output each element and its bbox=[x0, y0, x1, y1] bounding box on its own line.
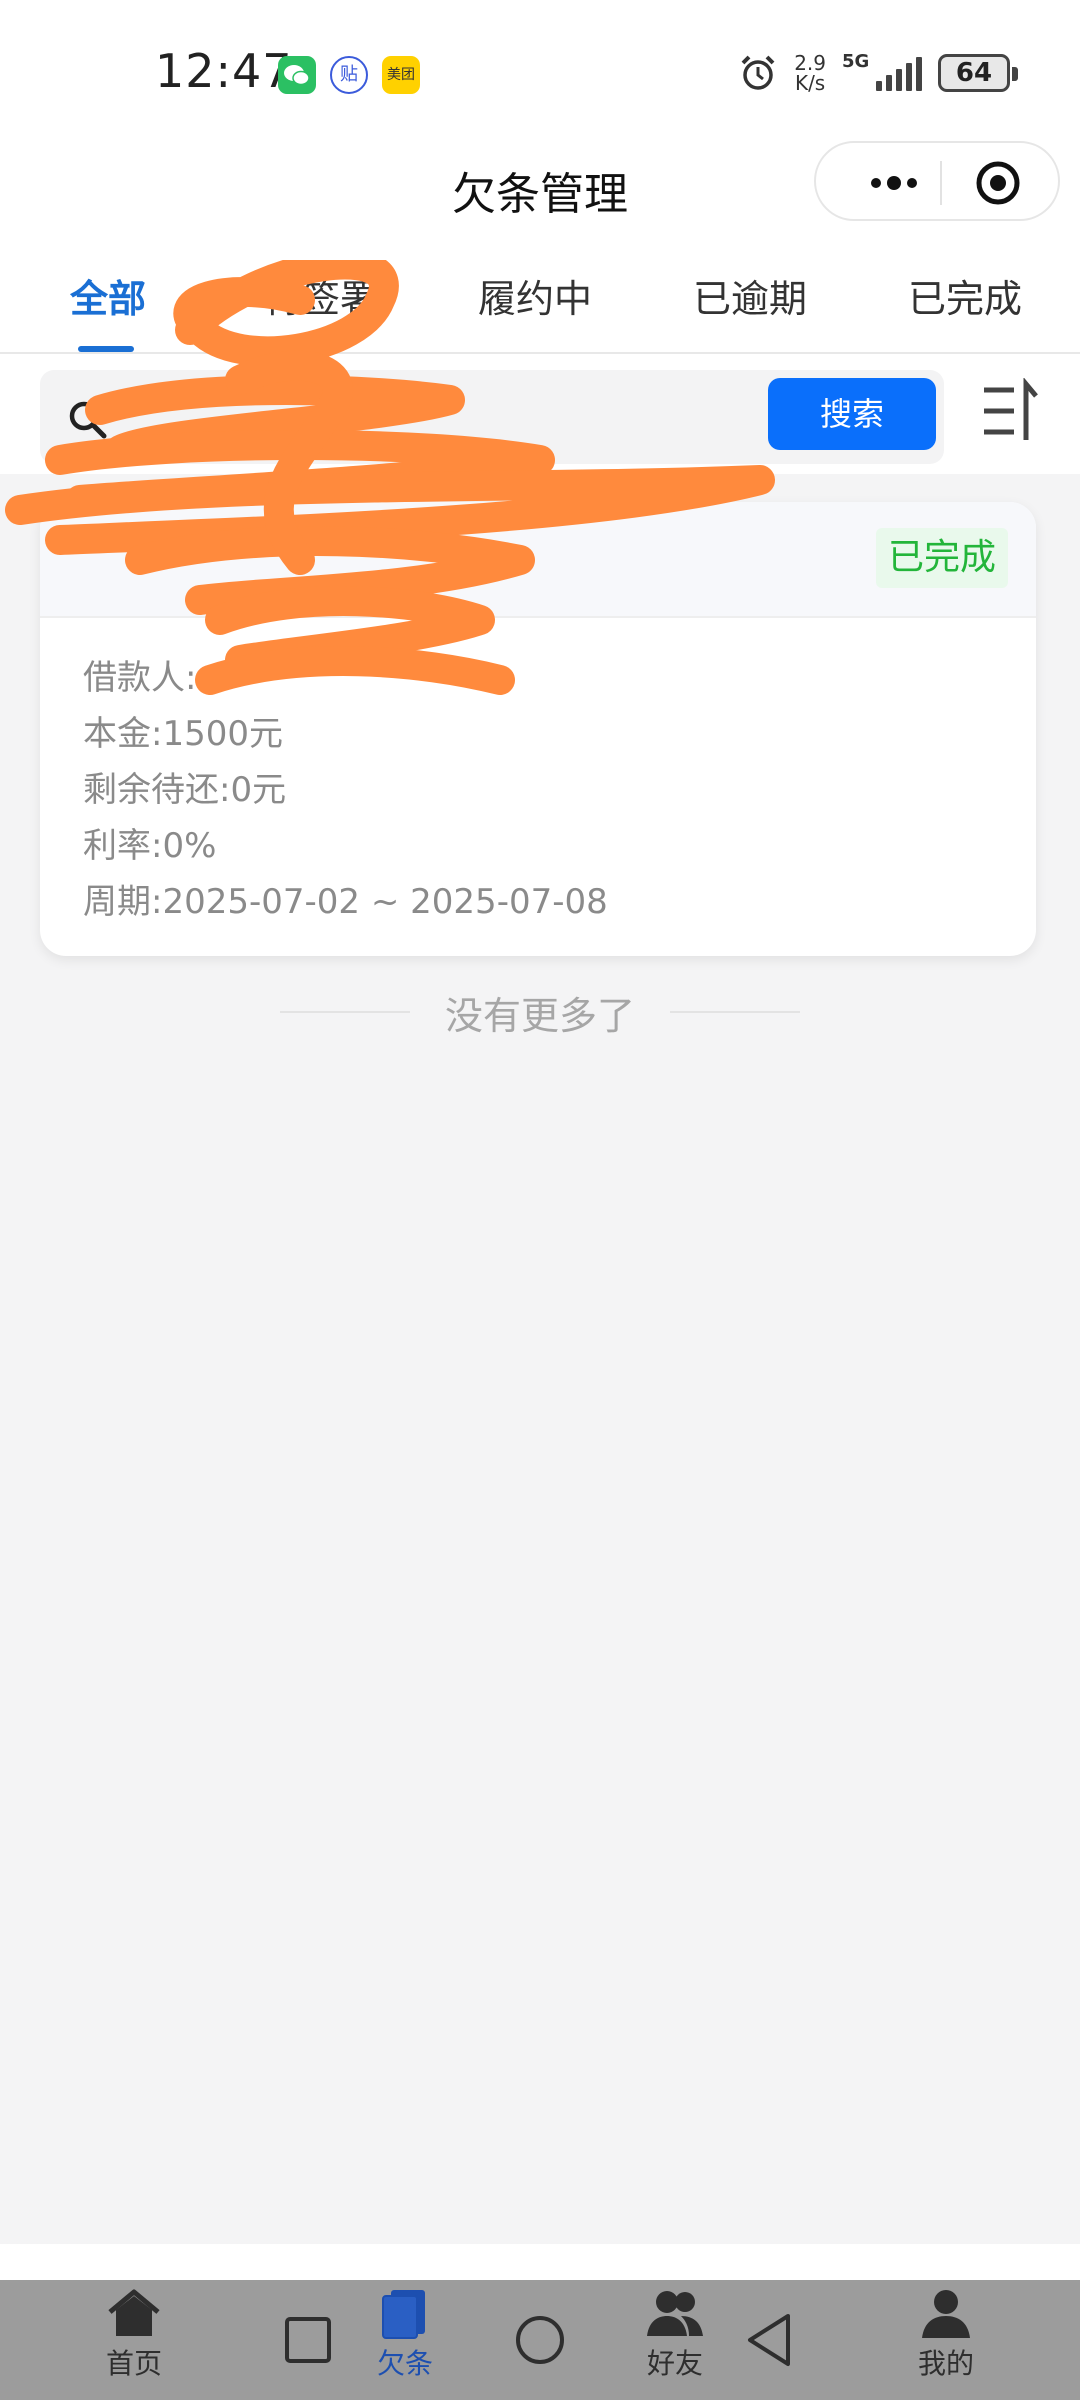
capsule-divider bbox=[940, 161, 942, 205]
user-icon bbox=[922, 2290, 970, 2338]
friends-icon bbox=[647, 2291, 703, 2336]
tieba-icon: 贴 bbox=[330, 56, 368, 94]
loan-card-header: 已完成 bbox=[40, 502, 1036, 618]
principal-label: 本金: bbox=[83, 714, 163, 754]
search-box: 搜索 bbox=[40, 370, 944, 464]
tabbar-item-mine[interactable]: 我的 bbox=[886, 2280, 1006, 2400]
list-end-text: 没有更多了 bbox=[444, 994, 635, 1038]
loan-details: 借款人: 本金:1500元 剩余待还:0元 利率:0% 周期:2025-07-0… bbox=[83, 650, 608, 930]
battery-icon: 64 bbox=[938, 54, 1018, 92]
status-time: 12:47 bbox=[155, 44, 293, 98]
remaining-row: 剩余待还:0元 bbox=[83, 762, 608, 818]
divider-right bbox=[670, 1011, 800, 1013]
tabbar-label-home: 首页 bbox=[105, 2347, 162, 2380]
tabbar-label-mine: 我的 bbox=[917, 2347, 974, 2380]
alarm-icon bbox=[741, 55, 775, 90]
recent-apps-icon[interactable] bbox=[284, 2316, 332, 2364]
tabbar-label-friends: 好友 bbox=[646, 2347, 703, 2380]
tab-pending-sign[interactable]: 待签署 bbox=[264, 268, 378, 323]
tab-completed[interactable]: 已完成 bbox=[908, 268, 1022, 323]
status-bar: 12:47 贴 美团 2.9 K/s 5G 64 bbox=[0, 0, 1080, 140]
tab-all[interactable]: 全部 bbox=[70, 268, 146, 323]
search-icon bbox=[69, 401, 107, 439]
mini-program-capsule bbox=[814, 141, 1060, 221]
divider-left bbox=[280, 1011, 410, 1013]
close-mini-program-icon[interactable] bbox=[974, 159, 1022, 207]
list-end-indicator: 没有更多了 bbox=[0, 985, 1080, 1038]
rate-value: 0% bbox=[162, 826, 217, 866]
sort-icon[interactable] bbox=[982, 378, 1040, 444]
rate-row: 利率:0% bbox=[83, 818, 608, 874]
tabbar-label-iou: 欠条 bbox=[376, 2347, 433, 2380]
home-icon bbox=[108, 2289, 160, 2336]
nav-bar: 欠条管理 bbox=[0, 140, 1080, 250]
speed-value: 2.9 bbox=[794, 51, 826, 75]
remaining-value: 0元 bbox=[230, 770, 287, 810]
speed-unit: K/s bbox=[794, 71, 826, 95]
loan-card[interactable]: 已完成 借款人: 本金:1500元 剩余待还:0元 利率:0% 周期:2025-… bbox=[40, 502, 1036, 956]
more-icon[interactable] bbox=[852, 165, 942, 201]
remaining-label: 剩余待还: bbox=[83, 770, 231, 810]
borrower-row: 借款人: bbox=[83, 650, 608, 706]
search-bar: 搜索 bbox=[0, 354, 1080, 474]
status-indicators: 2.9 K/s 5G 64 bbox=[738, 48, 1018, 98]
signal-icon: 5G bbox=[842, 51, 922, 91]
document-icon bbox=[382, 2290, 425, 2339]
period-value: 2025-07-02 ~ 2025-07-08 bbox=[162, 882, 608, 922]
status-badge: 已完成 bbox=[875, 528, 1008, 588]
rate-label: 利率: bbox=[83, 826, 163, 866]
network-type: 5G bbox=[842, 51, 870, 72]
principal-row: 本金:1500元 bbox=[83, 706, 608, 762]
status-tabs: 全部 待签署 履约中 已逾期 已完成 bbox=[0, 250, 1080, 354]
borrower-label: 借款人: bbox=[83, 658, 197, 698]
tab-in-progress[interactable]: 履约中 bbox=[478, 268, 592, 323]
tabbar-item-iou[interactable]: 欠条 bbox=[345, 2280, 465, 2400]
tabbar-item-home[interactable]: 首页 bbox=[74, 2280, 194, 2400]
active-tab-indicator bbox=[78, 346, 134, 352]
back-icon[interactable] bbox=[744, 2312, 792, 2368]
tabbar-top-strip bbox=[0, 2244, 1080, 2280]
meituan-icon: 美团 bbox=[382, 56, 420, 94]
period-label: 周期: bbox=[83, 882, 163, 922]
wechat-icon bbox=[278, 56, 316, 94]
network-speed: 2.9 K/s bbox=[794, 53, 826, 93]
tabbar-item-friends[interactable]: 好友 bbox=[615, 2280, 735, 2400]
period-row: 周期:2025-07-02 ~ 2025-07-08 bbox=[83, 874, 608, 930]
principal-value: 1500元 bbox=[162, 714, 283, 754]
home-button-icon[interactable] bbox=[514, 2314, 566, 2366]
bottom-tab-bar: 首页 欠条 好友 我的 bbox=[0, 2280, 1080, 2400]
tab-overdue[interactable]: 已逾期 bbox=[693, 268, 807, 323]
search-button[interactable]: 搜索 bbox=[768, 378, 936, 450]
search-input[interactable] bbox=[126, 390, 686, 442]
